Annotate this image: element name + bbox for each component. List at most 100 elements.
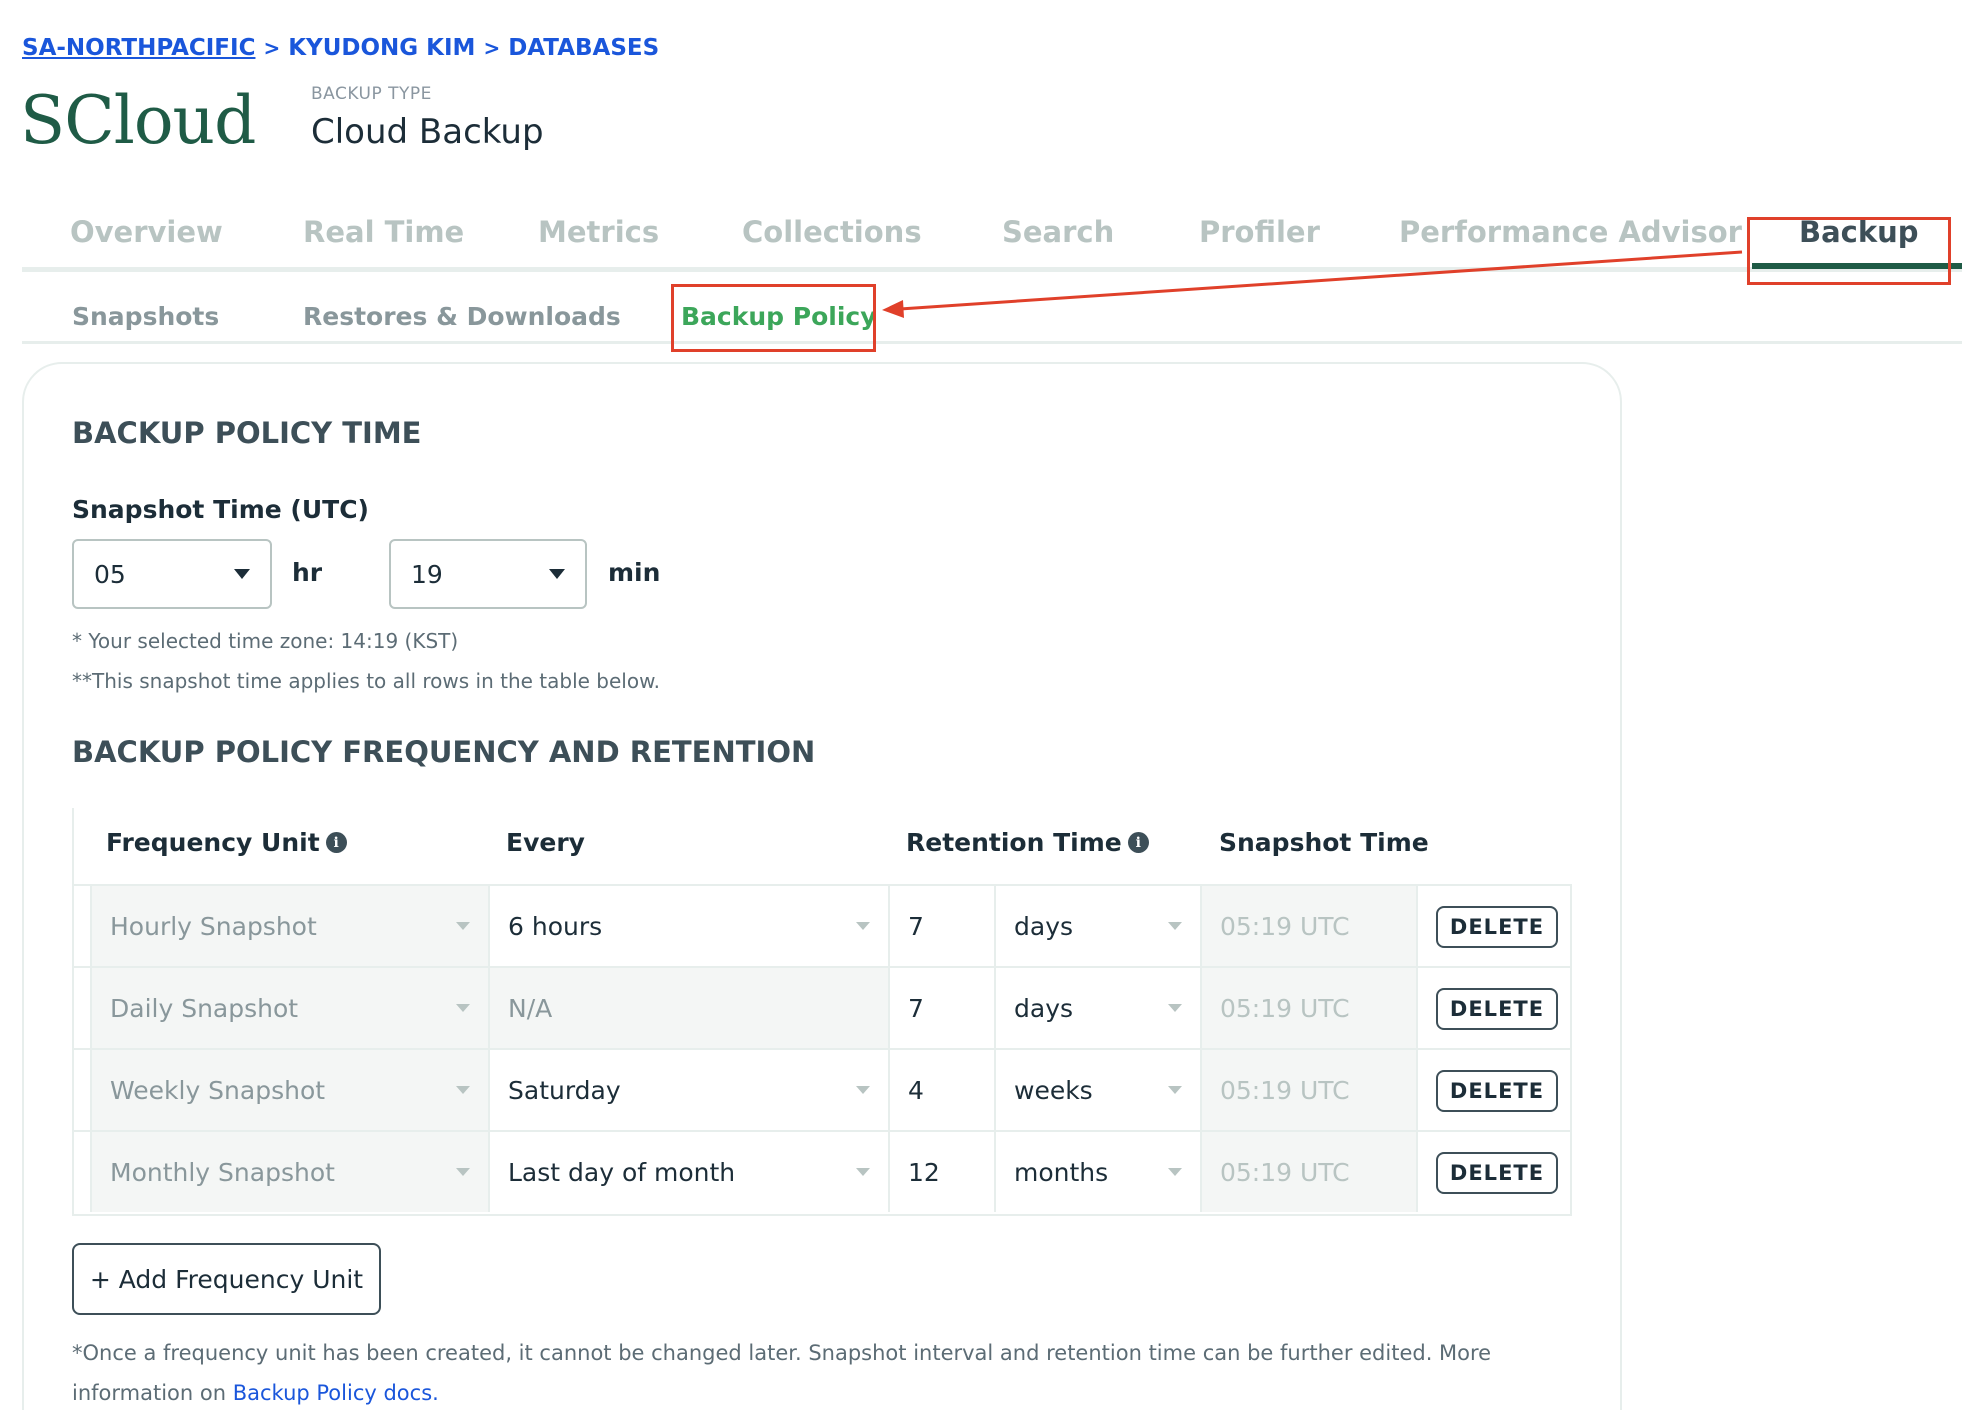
chevron-down-icon: [456, 1086, 470, 1094]
snapshot-time-note: **This snapshot time applies to all rows…: [72, 669, 660, 693]
snapshot-time-value: 05:19 UTC: [1220, 911, 1350, 941]
frequency-unit-value: Daily Snapshot: [110, 993, 299, 1023]
logo: SCloud: [20, 82, 256, 159]
retention-value: 4: [908, 1075, 924, 1105]
column-header-every: Every: [506, 828, 585, 857]
frequency-unit-select: Daily Snapshot: [90, 968, 490, 1048]
breadcrumb-project[interactable]: KYUDONG KIM: [288, 35, 475, 61]
breadcrumb-separator: >: [263, 36, 281, 60]
chevron-down-icon: [1168, 922, 1182, 930]
retention-value-input[interactable]: 7: [890, 968, 996, 1048]
chevron-down-icon: [1168, 1004, 1182, 1012]
backup-policy-docs-link[interactable]: Backup Policy docs.: [233, 1381, 439, 1405]
tab-search[interactable]: Search: [1002, 215, 1114, 249]
delete-button[interactable]: DELETE: [1436, 906, 1558, 948]
delete-button[interactable]: DELETE: [1436, 1152, 1558, 1194]
retention-unit-select[interactable]: weeks: [996, 1050, 1202, 1130]
snapshot-time-cell: 05:19 UTC: [1202, 1132, 1418, 1212]
tab-profiler[interactable]: Profiler: [1199, 215, 1320, 249]
chevron-down-icon: [456, 922, 470, 930]
retention-value: 7: [908, 993, 924, 1023]
column-header-label: Frequency Unit: [106, 828, 320, 857]
tab-metrics[interactable]: Metrics: [538, 215, 659, 249]
column-header-label: Every: [506, 828, 585, 857]
subtab-restores-downloads[interactable]: Restores & Downloads: [303, 302, 621, 331]
frequency-unit-value: Monthly Snapshot: [110, 1157, 335, 1187]
every-select[interactable]: Last day of month: [490, 1132, 890, 1212]
chevron-down-icon: [856, 1086, 870, 1094]
frequency-table-header: Frequency Unit i Every Retention Time i …: [72, 808, 1572, 884]
table-row: Hourly Snapshot 6 hours 7 days 05:19 UTC…: [74, 886, 1570, 968]
chevron-down-icon: [1168, 1168, 1182, 1176]
retention-value-input[interactable]: 4: [890, 1050, 996, 1130]
tab-real-time[interactable]: Real Time: [303, 215, 464, 249]
retention-value-input[interactable]: 7: [890, 886, 996, 966]
column-header-frequency-unit: Frequency Unit i: [106, 828, 347, 857]
chevron-down-icon: [549, 569, 565, 579]
retention-unit-value: days: [1014, 911, 1074, 941]
delete-button[interactable]: DELETE: [1436, 988, 1558, 1030]
chevron-down-icon: [234, 569, 250, 579]
minute-select[interactable]: 19: [389, 539, 587, 609]
hour-select[interactable]: 05: [72, 539, 272, 609]
every-select[interactable]: 6 hours: [490, 886, 890, 966]
snapshot-time-cell: 05:19 UTC: [1202, 886, 1418, 966]
snapshot-time-value: 05:19 UTC: [1220, 1075, 1350, 1105]
retention-unit-value: months: [1014, 1157, 1109, 1187]
frequency-unit-value: Hourly Snapshot: [110, 911, 317, 941]
frequency-footnote: *Once a frequency unit has been created,…: [72, 1333, 1592, 1410]
retention-unit-value: days: [1014, 993, 1074, 1023]
column-header-retention-time: Retention Time i: [906, 828, 1149, 857]
minute-value: 19: [411, 559, 443, 589]
chevron-down-icon: [856, 1168, 870, 1176]
column-header-label: Retention Time: [906, 828, 1122, 857]
retention-unit-value: weeks: [1014, 1075, 1093, 1105]
tab-performance-advisor[interactable]: Performance Advisor: [1399, 215, 1742, 249]
chevron-down-icon: [1168, 1086, 1182, 1094]
chevron-down-icon: [856, 922, 870, 930]
tab-overview[interactable]: Overview: [70, 215, 223, 249]
chevron-down-icon: [456, 1004, 470, 1012]
policy-time-heading: BACKUP POLICY TIME: [72, 416, 422, 450]
annotation-highlight-backup-policy: [671, 284, 876, 352]
retention-unit-select[interactable]: days: [996, 886, 1202, 966]
snapshot-time-cell: 05:19 UTC: [1202, 1050, 1418, 1130]
frequency-unit-select: Weekly Snapshot: [90, 1050, 490, 1130]
column-header-label: Snapshot Time: [1219, 828, 1429, 857]
main-tabs: Overview Real Time Metrics Collections S…: [22, 215, 1962, 272]
chevron-down-icon: [456, 1168, 470, 1176]
every-cell: N/A: [490, 968, 890, 1048]
subtab-snapshots[interactable]: Snapshots: [72, 302, 219, 331]
add-frequency-unit-button[interactable]: + Add Frequency Unit: [72, 1243, 381, 1315]
every-select[interactable]: Saturday: [490, 1050, 890, 1130]
frequency-heading: BACKUP POLICY FREQUENCY AND RETENTION: [72, 735, 816, 769]
delete-button[interactable]: DELETE: [1436, 1070, 1558, 1112]
breadcrumb-separator: >: [483, 36, 501, 60]
tab-collections[interactable]: Collections: [742, 215, 922, 249]
table-row: Daily Snapshot N/A 7 days 05:19 UTC DELE…: [74, 968, 1570, 1050]
frequency-table: Hourly Snapshot 6 hours 7 days 05:19 UTC…: [72, 884, 1572, 1216]
retention-unit-select[interactable]: days: [996, 968, 1202, 1048]
column-header-snapshot-time: Snapshot Time: [1219, 828, 1429, 857]
every-value: Last day of month: [508, 1157, 736, 1187]
info-icon[interactable]: i: [325, 832, 347, 853]
info-icon[interactable]: i: [1127, 832, 1149, 853]
retention-value: 7: [908, 911, 924, 941]
every-value: N/A: [508, 993, 553, 1023]
annotation-highlight-backup-tab: [1747, 217, 1951, 285]
frequency-unit-select: Hourly Snapshot: [90, 886, 490, 966]
snapshot-time-label: Snapshot Time (UTC): [72, 495, 369, 524]
retention-value-input[interactable]: 12: [890, 1132, 996, 1212]
hour-unit-label: hr: [292, 558, 323, 587]
sub-tabs: Snapshots Restores & Downloads Backup Po…: [22, 292, 1962, 344]
breadcrumb-databases[interactable]: DATABASES: [508, 35, 659, 61]
table-row: Monthly Snapshot Last day of month 12 mo…: [74, 1132, 1570, 1214]
breadcrumb-org[interactable]: SA-NORTHPACIFIC: [22, 35, 255, 61]
every-value: Saturday: [508, 1075, 621, 1105]
every-value: 6 hours: [508, 911, 603, 941]
retention-unit-select[interactable]: months: [996, 1132, 1202, 1212]
snapshot-time-cell: 05:19 UTC: [1202, 968, 1418, 1048]
breadcrumb: SA-NORTHPACIFIC > KYUDONG KIM > DATABASE…: [22, 35, 659, 61]
backup-type-value: Cloud Backup: [311, 112, 544, 152]
frequency-unit-value: Weekly Snapshot: [110, 1075, 326, 1105]
